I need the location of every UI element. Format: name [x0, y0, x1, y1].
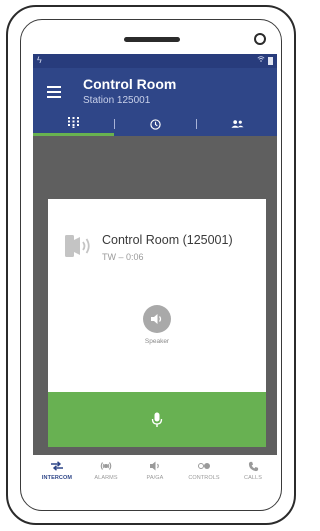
page-subtitle: Station 125001: [83, 95, 151, 106]
dialpad-icon: [68, 117, 79, 128]
volume-icon: [150, 461, 159, 471]
app-header: Control Room Station 125001: [33, 68, 277, 136]
app-screen: ϟ Control Room Station 125001 Control Ro…: [33, 54, 277, 486]
tab-bar: [33, 112, 277, 136]
menu-icon[interactable]: [47, 86, 61, 98]
nav-controls[interactable]: CONTROLS: [180, 458, 228, 486]
volume-icon: [151, 314, 162, 324]
front-camera: [254, 33, 266, 45]
tab-contacts[interactable]: [197, 112, 277, 136]
call-station-name: Control Room (125001): [102, 233, 233, 247]
alarm-icon: [100, 462, 112, 470]
nav-intercom-label: INTERCOM: [41, 475, 73, 481]
battery-icon: [268, 57, 273, 65]
bottom-navigation: INTERCOM ALARMS PA/GA CONTROLS CALLS: [33, 455, 277, 486]
nav-alarms[interactable]: ALARMS: [82, 458, 130, 486]
status-bar: ϟ: [33, 54, 277, 68]
toggle-icon: [198, 463, 210, 469]
wifi-icon: [257, 55, 265, 65]
clock-icon: [150, 118, 161, 130]
push-to-talk-button[interactable]: [48, 392, 266, 447]
nav-intercom[interactable]: INTERCOM: [33, 458, 81, 486]
microphone-icon: [151, 412, 163, 427]
nav-calls-label: CALLS: [244, 475, 262, 481]
contacts-icon: [231, 120, 244, 128]
speaker-label: Speaker: [144, 338, 170, 345]
phone-icon: [248, 461, 258, 471]
nav-calls[interactable]: CALLS: [229, 458, 277, 486]
intercom-arrows-icon: [51, 461, 63, 471]
nav-paga-label: PA/GA: [146, 475, 164, 481]
earpiece: [124, 37, 180, 42]
tab-history[interactable]: [115, 112, 196, 136]
intercom-speaker-icon: [65, 231, 93, 261]
page-title: Control Room: [83, 76, 177, 92]
nav-alarms-label: ALARMS: [94, 475, 118, 481]
tab-dialpad[interactable]: [33, 112, 114, 136]
call-dialog: Control Room (125001) TW – 0:06 Speaker: [48, 199, 266, 447]
call-duration: TW – 0:06: [102, 252, 144, 262]
speaker-button[interactable]: [143, 305, 171, 333]
signal-icon: ϟ: [37, 55, 42, 65]
nav-paga[interactable]: PA/GA: [131, 458, 179, 486]
nav-controls-label: CONTROLS: [188, 475, 220, 481]
